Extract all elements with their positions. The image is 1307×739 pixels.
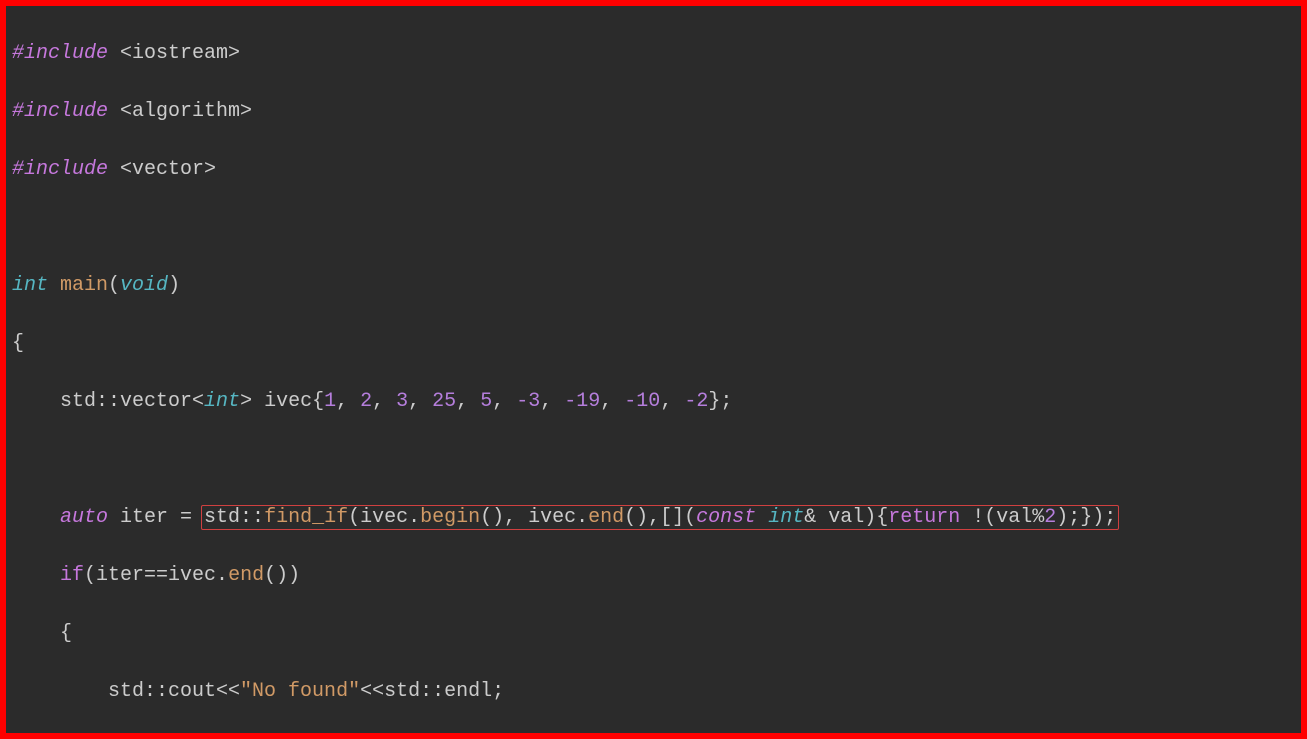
code-line: #include <algorithm> <box>12 97 1295 126</box>
code-line: std::cout<<"No found"<<std::endl; <box>12 677 1295 706</box>
void-keyword: void <box>120 274 168 297</box>
highlighted-expression: std::find_if(ivec.begin(), ivec.end(),[]… <box>201 505 1119 530</box>
code-line: if(iter==ivec.end()) <box>12 561 1295 590</box>
include-header: <iostream> <box>108 42 240 65</box>
code-line: #include <iostream> <box>12 39 1295 68</box>
code-line: std::vector<int> ivec{1, 2, 3, 25, 5, -3… <box>12 387 1295 416</box>
auto-keyword: auto <box>60 506 108 529</box>
code-line: { <box>12 329 1295 358</box>
code-line: { <box>12 619 1295 648</box>
preproc-directive: #include <box>12 158 108 181</box>
preproc-directive: #include <box>12 100 108 123</box>
find-if-call: find_if <box>264 506 348 529</box>
code-line <box>12 213 1295 242</box>
if-keyword: if <box>60 564 84 587</box>
code-line <box>12 445 1295 474</box>
include-header: <algorithm> <box>108 100 252 123</box>
include-header: <vector> <box>108 158 216 181</box>
code-line: #include <vector> <box>12 155 1295 184</box>
code-editor[interactable]: #include <iostream> #include <algorithm>… <box>6 6 1301 733</box>
preproc-directive: #include <box>12 42 108 65</box>
string-literal: "No found" <box>240 680 360 703</box>
code-line: auto iter = std::find_if(ivec.begin(), i… <box>12 503 1295 532</box>
type-keyword: int <box>12 274 48 297</box>
code-line: int main(void) <box>12 271 1295 300</box>
function-name: main <box>48 274 108 297</box>
